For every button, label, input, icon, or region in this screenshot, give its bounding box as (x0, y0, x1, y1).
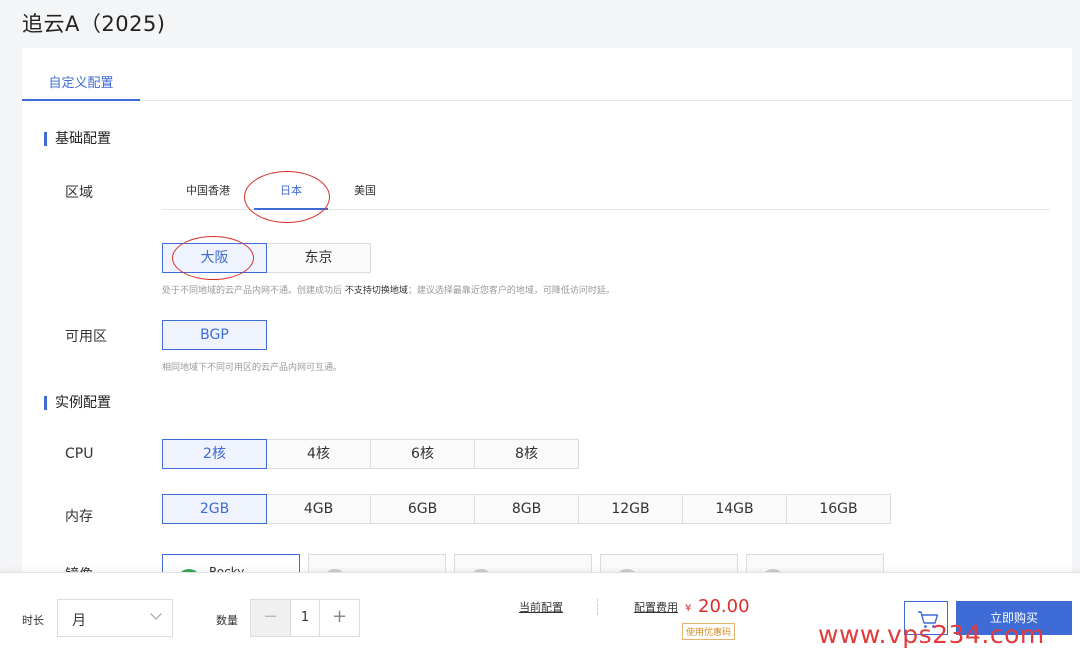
divider (597, 599, 598, 615)
quantity-plus-button[interactable]: + (319, 600, 359, 636)
config-card: 自定义配置 基础配置 区域 中国香港 日本 美国 大阪 东京 处于不同地域的云产… (22, 48, 1072, 659)
section-title-instance: 实例配置 (44, 396, 111, 410)
current-config-link[interactable]: 当前配置 (519, 599, 563, 615)
quantity-minus-button[interactable]: − (251, 600, 291, 636)
chevron-down-icon (150, 608, 162, 620)
zone-bgp[interactable]: BGP (162, 320, 267, 350)
zone-hint: 相同地域下不同可用区的云产品内网可互通。 (162, 363, 343, 373)
memory-label: 内存 (65, 509, 93, 525)
memory-option[interactable]: 12GB (578, 494, 683, 524)
cpu-option[interactable]: 4核 (266, 439, 371, 469)
coupon-button[interactable]: 使用优惠码 (682, 623, 736, 640)
memory-option[interactable]: 16GB (786, 494, 891, 524)
city-tokyo[interactable]: 东京 (266, 243, 371, 273)
memory-option[interactable]: 14GB (682, 494, 787, 524)
duration-select[interactable]: 月 (57, 599, 173, 637)
quantity-label: 数量 (216, 614, 238, 627)
tab-bar: 自定义配置 (22, 48, 1072, 101)
tab-custom-config[interactable]: 自定义配置 (22, 68, 140, 101)
quantity-value[interactable]: 1 (291, 600, 319, 636)
region-tabs: 中国香港 日本 美国 (162, 178, 1050, 210)
region-hint: 处于不同地域的云产品内网不通。创建成功后 不支持切换地域；建议选择最靠近您客户的… (162, 286, 615, 296)
zone-label: 可用区 (65, 329, 107, 345)
region-tab-japan[interactable]: 日本 (254, 178, 328, 210)
memory-option[interactable]: 4GB (266, 494, 371, 524)
fee-label: 配置费用 (634, 601, 678, 614)
city-osaka[interactable]: 大阪 (162, 243, 267, 273)
cpu-label: CPU (65, 446, 94, 462)
memory-option[interactable]: 2GB (162, 494, 267, 524)
zone-options: BGP (162, 320, 267, 350)
region-label: 区域 (65, 185, 93, 201)
price-value: 20.00 (698, 596, 750, 617)
watermark: www.vps234.com (818, 620, 1045, 649)
currency-symbol: ¥ (685, 603, 692, 614)
memory-option[interactable]: 6GB (370, 494, 475, 524)
cpu-option[interactable]: 2核 (162, 439, 267, 469)
section-title-basic: 基础配置 (44, 132, 111, 146)
city-options: 大阪 东京 (162, 243, 371, 273)
cpu-options: 2核 4核 6核 8核 (162, 439, 579, 469)
memory-options: 2GB 4GB 6GB 8GB 12GB 14GB 16GB (162, 494, 891, 524)
duration-label: 时长 (22, 614, 44, 627)
cpu-option[interactable]: 8核 (474, 439, 579, 469)
region-tab-hongkong[interactable]: 中国香港 (162, 178, 254, 210)
page-title: 追云A（2025) (22, 12, 166, 36)
cpu-option[interactable]: 6核 (370, 439, 475, 469)
quantity-stepper: − 1 + (250, 599, 360, 637)
region-tab-usa[interactable]: 美国 (328, 178, 402, 210)
memory-option[interactable]: 8GB (474, 494, 579, 524)
